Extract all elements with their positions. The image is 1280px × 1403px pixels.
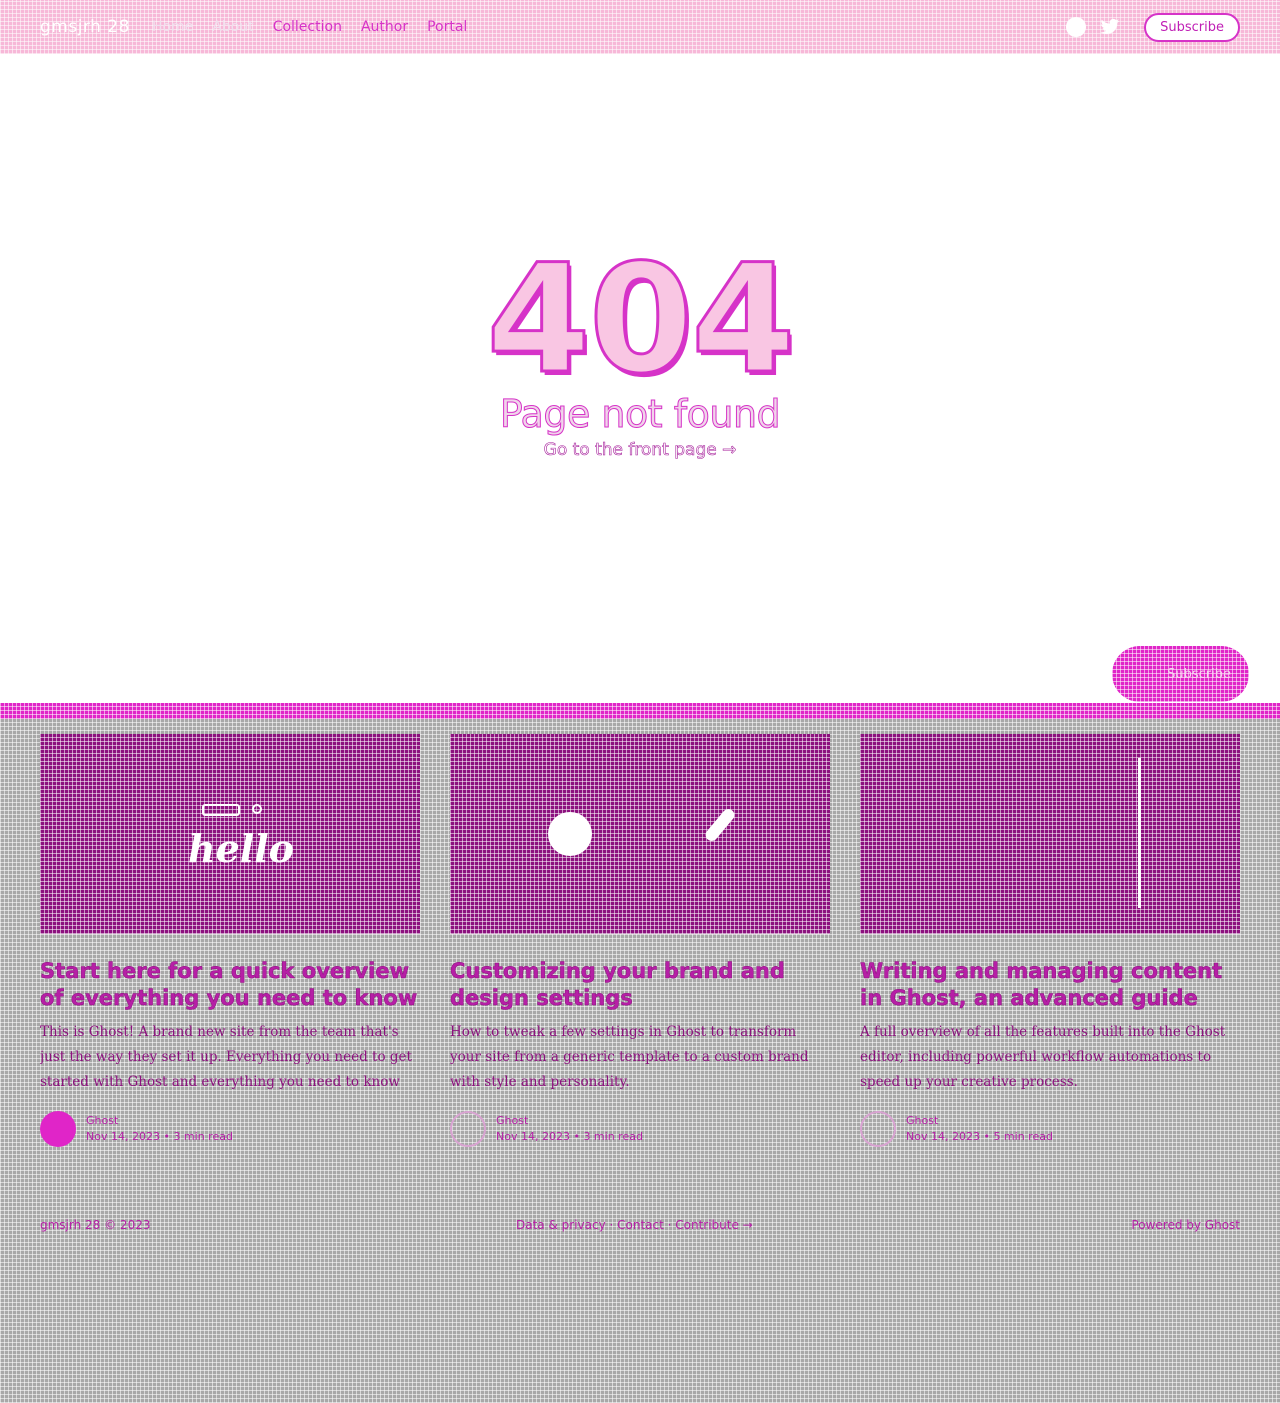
site-footer: gmsjrh 28 © 2023 Data & privacy · Contac… <box>40 1218 1240 1238</box>
author-avatar[interactable] <box>40 1111 76 1147</box>
post-card-meta-text: Ghost Nov 14, 2023 • 3 min read <box>86 1113 233 1145</box>
cursor-box-graphic <box>202 804 240 816</box>
front-page-link[interactable]: Go to the front page → <box>0 440 1280 461</box>
post-read-time: 5 min read <box>993 1130 1053 1143</box>
read-more-section: hello Start here for a quick overview of… <box>0 703 1280 1403</box>
post-card-excerpt: This is Ghost! A brand new site from the… <box>40 1024 412 1090</box>
post-card-meta: Ghost Nov 14, 2023 • 5 min read <box>860 1111 1240 1147</box>
post-card-excerpt: How to tweak a few settings in Ghost to … <box>450 1024 809 1090</box>
accent-bar <box>0 703 1280 719</box>
error-code: 404 <box>0 244 1280 397</box>
floating-subscribe-button[interactable]: Subscribe <box>1112 646 1249 702</box>
nav-item-portal[interactable]: Portal <box>427 19 467 35</box>
nav-item-author[interactable]: Author <box>361 19 408 35</box>
post-date-read: Nov 14, 2023 • 5 min read <box>906 1130 1053 1143</box>
nav-item-collection[interactable]: Collection <box>273 19 342 35</box>
author-name[interactable]: Ghost <box>86 1113 233 1129</box>
powered-by-link[interactable]: Powered by Ghost <box>1131 1218 1240 1232</box>
post-date: Nov 14, 2023 <box>86 1130 160 1143</box>
nav-item-home[interactable]: Home <box>152 19 193 35</box>
line-graphic <box>1138 758 1141 908</box>
footer-copyright: gmsjrh 28 © 2023 <box>40 1218 151 1232</box>
author-avatar[interactable] <box>450 1111 486 1147</box>
error-message: Page not found <box>499 392 781 437</box>
post-card-image[interactable]: hello <box>40 734 420 934</box>
post-date: Nov 14, 2023 <box>496 1130 570 1143</box>
post-card-image[interactable] <box>860 734 1240 934</box>
post-card-title[interactable]: Writing and managing content in Ghost, a… <box>860 958 1240 1012</box>
header-actions: Subscribe <box>1066 12 1240 42</box>
post-card-title[interactable]: Customizing your brand and design settin… <box>450 958 830 1012</box>
author-name[interactable]: Ghost <box>496 1113 643 1129</box>
post-date-read: Nov 14, 2023 • 3 min read <box>496 1130 643 1143</box>
nav-item-about[interactable]: About <box>212 19 253 35</box>
post-card[interactable]: Customizing your brand and design settin… <box>450 734 830 1147</box>
author-name[interactable]: Ghost <box>906 1113 1053 1129</box>
post-card-meta-text: Ghost Nov 14, 2023 • 3 min read <box>496 1113 643 1145</box>
twitter-icon[interactable] <box>1100 18 1120 36</box>
site-brand[interactable]: gmsjrh 28 <box>40 17 130 37</box>
footer-links[interactable]: Data & privacy · Contact · Contribute → <box>516 1218 753 1232</box>
post-read-time: 3 min read <box>583 1130 643 1143</box>
hello-lettering: hello <box>188 826 295 871</box>
post-card[interactable]: hello Start here for a quick overview of… <box>40 734 420 1147</box>
post-date: Nov 14, 2023 <box>906 1130 980 1143</box>
post-card-meta: Ghost Nov 14, 2023 • 3 min read <box>40 1111 420 1147</box>
post-card-meta: Ghost Nov 14, 2023 • 3 min read <box>450 1111 830 1147</box>
dot-graphic <box>252 804 262 814</box>
post-card-meta-text: Ghost Nov 14, 2023 • 5 min read <box>906 1113 1053 1145</box>
post-date-read: Nov 14, 2023 • 3 min read <box>86 1130 233 1143</box>
site-header: gmsjrh 28 Home About Collection Author P… <box>0 0 1280 54</box>
stroke-graphic <box>703 806 737 844</box>
subscribe-button[interactable]: Subscribe <box>1144 12 1240 42</box>
author-avatar[interactable] <box>860 1111 896 1147</box>
facebook-icon[interactable] <box>1066 17 1087 37</box>
post-read-time: 3 min read <box>173 1130 233 1143</box>
post-card-image[interactable] <box>450 734 830 934</box>
not-found-section: 404 Page not found Go to the front page … <box>0 244 1280 461</box>
post-card-excerpt: A full overview of all the features buil… <box>860 1024 1226 1090</box>
main-nav: Home About Collection Author Portal <box>152 19 467 35</box>
post-card[interactable]: Writing and managing content in Ghost, a… <box>860 734 1240 1147</box>
post-card-title[interactable]: Start here for a quick overview of every… <box>40 958 420 1012</box>
circle-graphic <box>548 812 592 856</box>
